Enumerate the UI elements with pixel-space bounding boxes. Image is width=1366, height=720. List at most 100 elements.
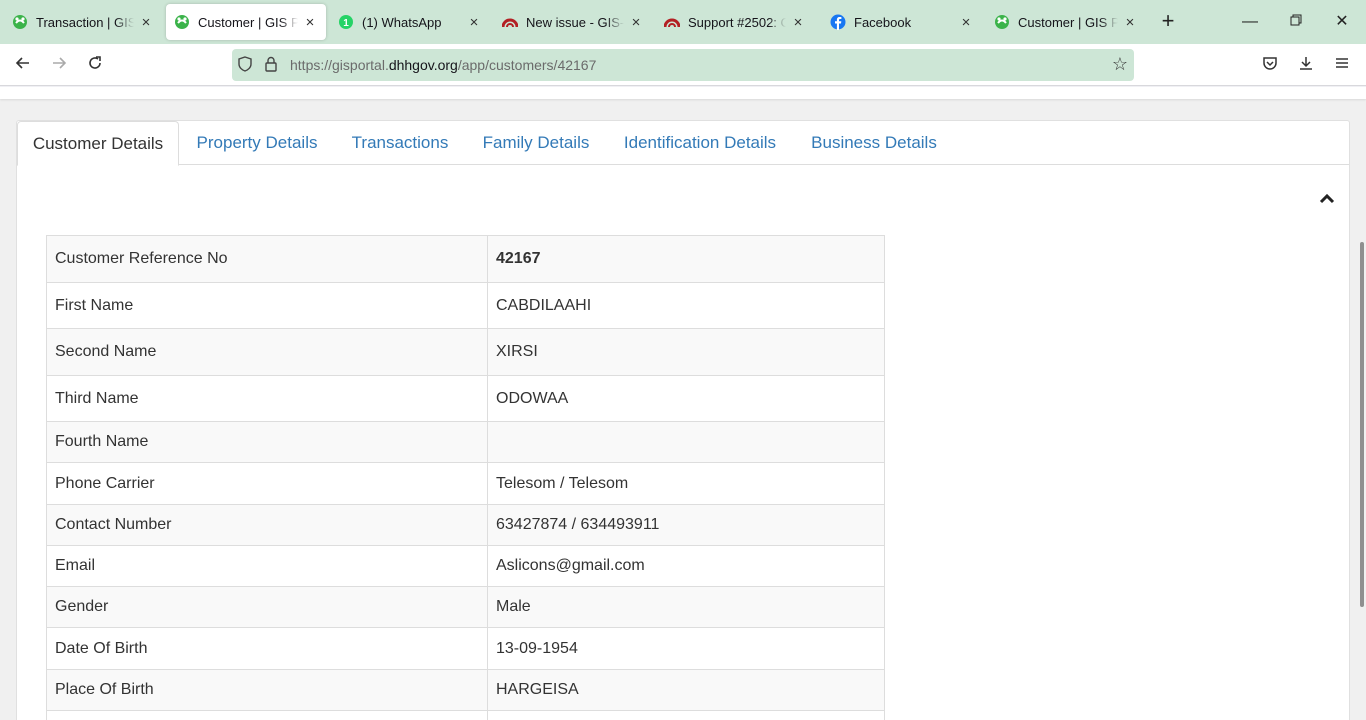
close-icon[interactable]: × xyxy=(1122,14,1138,31)
url-text[interactable]: https://gisportal.dhhgov.org/app/custome… xyxy=(290,57,596,73)
browser-tab-facebook[interactable]: Facebook × xyxy=(822,4,982,40)
tab-identification-details[interactable]: Identification Details xyxy=(613,121,787,166)
row-label: Contact Number xyxy=(46,504,488,546)
tab-property-details[interactable]: Property Details xyxy=(189,121,325,166)
redmine-icon xyxy=(502,14,518,30)
customer-reference-value: 42167 xyxy=(487,235,885,283)
restore-icon xyxy=(1290,14,1302,26)
close-icon[interactable]: × xyxy=(466,14,482,31)
back-arrow-icon xyxy=(15,57,29,69)
close-window-button[interactable]: ✕ xyxy=(1330,10,1354,34)
reload-button[interactable] xyxy=(82,52,108,78)
close-icon[interactable]: × xyxy=(790,14,806,31)
row-value: 13-09-1954 xyxy=(487,627,885,670)
row-label: Place Of Birth xyxy=(46,669,488,711)
bookmark-star-icon[interactable]: ☆ xyxy=(1112,54,1128,75)
table-row: Contact Number 63427874 / 634493911 xyxy=(46,504,885,546)
gis-icon xyxy=(174,14,190,30)
tab-title: New issue - GIS-Hargeisa xyxy=(526,14,624,30)
tab-title: Transaction | GIS Portal xyxy=(36,14,134,30)
gis-icon xyxy=(12,14,28,30)
vertical-scrollbar[interactable] xyxy=(1360,242,1364,607)
redmine-icon xyxy=(664,14,680,30)
tab-title: Support #2502: Change xyxy=(688,14,786,30)
tab-family-details[interactable]: Family Details xyxy=(473,121,599,166)
table-row: First Name CABDILAAHI xyxy=(46,282,885,329)
row-label: Fourth Name xyxy=(46,421,488,463)
table-row: Email Aslicons@gmail.com xyxy=(46,545,885,587)
close-icon[interactable]: × xyxy=(628,14,644,31)
row-value: CABDILAAHI xyxy=(487,282,885,329)
row-label xyxy=(46,710,488,720)
row-label: Phone Carrier xyxy=(46,462,488,505)
gis-icon xyxy=(994,14,1010,30)
tab-customer-details[interactable]: Customer Details xyxy=(17,121,179,166)
whatsapp-badge: 1 xyxy=(343,18,349,29)
customer-details-table: Customer Reference No 42167 First Name C… xyxy=(46,235,885,720)
navigation-bar: https://gisportal.dhhgov.org/app/custome… xyxy=(0,44,1366,86)
page-header-strip xyxy=(0,87,1366,99)
row-value: Male xyxy=(487,586,885,628)
lock-icon[interactable] xyxy=(258,56,284,75)
tab-title: (1) WhatsApp xyxy=(362,14,462,30)
row-value: HARGEISA xyxy=(487,669,885,711)
facebook-icon xyxy=(830,14,846,30)
table-row: Third Name ODOWAA xyxy=(46,375,885,422)
browser-tab-customer-active[interactable]: Customer | GIS Portal × xyxy=(166,4,326,40)
row-value: Telesom / Telesom xyxy=(487,462,885,505)
new-tab-button[interactable]: + xyxy=(1156,10,1180,34)
downloads-button[interactable] xyxy=(1293,52,1319,78)
row-value: ODOWAA xyxy=(487,375,885,422)
table-row xyxy=(46,710,885,720)
restore-button[interactable] xyxy=(1284,10,1308,34)
table-row: Place Of Birth HARGEISA xyxy=(46,669,885,711)
table-row: Fourth Name xyxy=(46,421,885,463)
whatsapp-icon: 1 xyxy=(338,14,354,30)
tab-title: Customer | GIS Portal xyxy=(198,14,298,30)
row-label: Customer Reference No xyxy=(46,235,488,283)
url-bar[interactable]: https://gisportal.dhhgov.org/app/custome… xyxy=(232,49,1134,81)
download-icon xyxy=(1300,57,1312,70)
table-row: Gender Male xyxy=(46,586,885,628)
browser-tab-whatsapp[interactable]: 1 (1) WhatsApp × xyxy=(330,4,490,40)
browser-tab-support[interactable]: Support #2502: Change × xyxy=(656,4,814,40)
close-icon[interactable]: × xyxy=(958,14,974,31)
tab-business-details[interactable]: Business Details xyxy=(801,121,947,166)
close-icon[interactable]: × xyxy=(138,14,154,31)
row-value: Aslicons@gmail.com xyxy=(487,545,885,587)
row-label: Gender xyxy=(46,586,488,628)
reload-icon xyxy=(89,56,101,69)
pocket-button[interactable] xyxy=(1257,52,1283,78)
table-row: Date Of Birth 13-09-1954 xyxy=(46,627,885,670)
collapse-chevron-up-icon[interactable] xyxy=(1317,189,1337,209)
row-label: Email xyxy=(46,545,488,587)
content-tabs: Customer Details Property Details Transa… xyxy=(17,121,1349,166)
back-button[interactable] xyxy=(10,52,36,78)
forward-button[interactable] xyxy=(46,52,72,78)
minimize-button[interactable]: — xyxy=(1238,10,1262,34)
hamburger-menu-icon xyxy=(1336,58,1348,68)
row-value xyxy=(487,710,885,720)
shield-icon[interactable] xyxy=(232,55,258,75)
table-row: Customer Reference No 42167 xyxy=(46,235,885,283)
close-icon[interactable]: × xyxy=(302,14,318,31)
browser-tab-strip: Transaction | GIS Portal × Customer | GI… xyxy=(0,0,1366,44)
row-value: XIRSI xyxy=(487,328,885,376)
row-value: 63427874 / 634493911 xyxy=(487,504,885,546)
pocket-icon xyxy=(1263,57,1277,70)
forward-arrow-icon xyxy=(53,57,67,69)
row-label: Date Of Birth xyxy=(46,627,488,670)
browser-tab-new-issue[interactable]: New issue - GIS-Hargeisa × xyxy=(494,4,652,40)
menu-button[interactable] xyxy=(1329,52,1355,78)
tab-transactions[interactable]: Transactions xyxy=(341,121,459,166)
table-row: Second Name XIRSI xyxy=(46,328,885,376)
row-label: First Name xyxy=(46,282,488,329)
customer-card: Customer Details Property Details Transa… xyxy=(16,120,1350,720)
table-row: Phone Carrier Telesom / Telesom xyxy=(46,462,885,505)
row-label: Third Name xyxy=(46,375,488,422)
row-label: Second Name xyxy=(46,328,488,376)
browser-tab-transaction[interactable]: Transaction | GIS Portal × xyxy=(4,4,162,40)
browser-tab-customer-2[interactable]: Customer | GIS Portal × xyxy=(986,4,1146,40)
row-value xyxy=(487,421,885,463)
tab-title: Customer | GIS Portal xyxy=(1018,14,1118,30)
